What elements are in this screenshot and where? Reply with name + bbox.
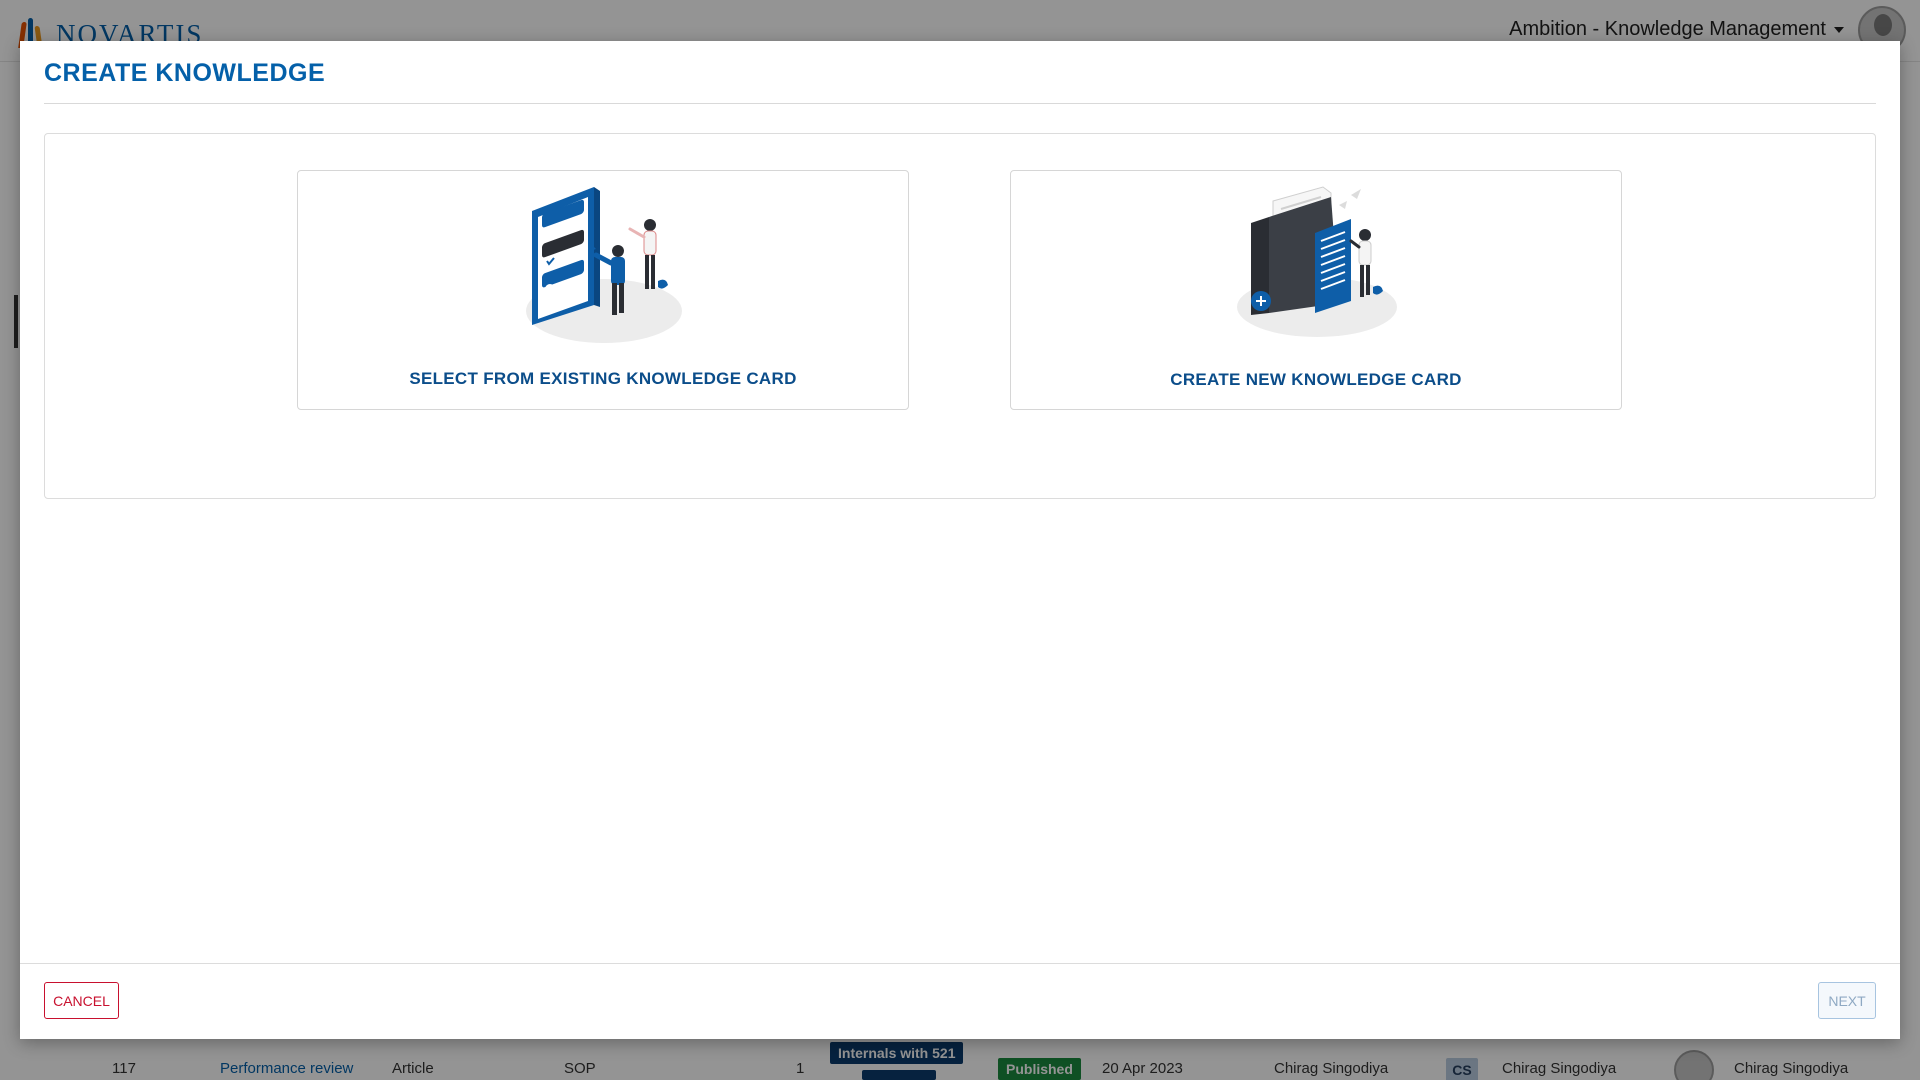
create-new-illustration-icon [1237, 186, 1397, 337]
cancel-button[interactable]: CANCEL [44, 982, 119, 1019]
modal-title: CREATE KNOWLEDGE [44, 59, 326, 87]
title-divider [44, 103, 1876, 104]
create-new-label: CREATE NEW KNOWLEDGE CARD [1170, 370, 1462, 389]
create-knowledge-modal: CREATE KNOWLEDGE SELECT FROM EXISTING KN… [20, 41, 1900, 1039]
select-existing-illustration-icon [526, 187, 682, 343]
create-new-card-option[interactable]: CREATE NEW KNOWLEDGE CARD [1010, 170, 1622, 410]
select-existing-label: SELECT FROM EXISTING KNOWLEDGE CARD [409, 369, 797, 388]
next-button[interactable]: NEXT [1818, 982, 1876, 1019]
options-panel: SELECT FROM EXISTING KNOWLEDGE CARD CREA… [44, 133, 1876, 499]
select-existing-card-option[interactable]: SELECT FROM EXISTING KNOWLEDGE CARD [297, 170, 909, 410]
footer-divider [20, 963, 1900, 964]
